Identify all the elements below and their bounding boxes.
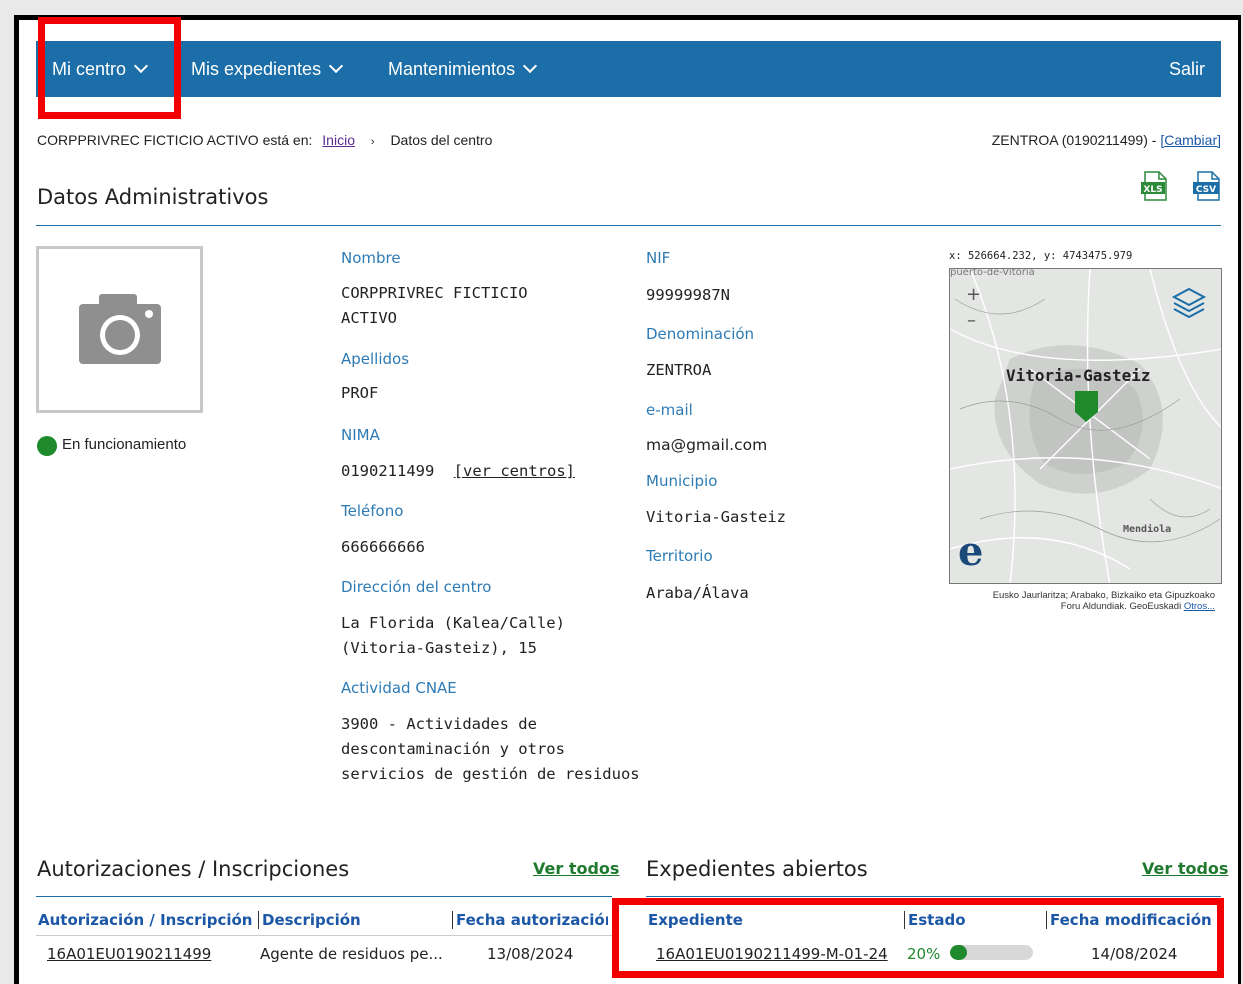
fecha-autorizacion-header[interactable]: Fecha autorización (452, 911, 608, 929)
map-attribution: Eusko Jaurlaritza; Arabako, Bizkaiko eta… (993, 590, 1215, 612)
nav-mis-expedientes[interactable]: Mis expedientes (191, 41, 344, 97)
autorizacion-code-link[interactable]: 16A01EU0190211499 (47, 945, 211, 963)
autorizacion-desc: Agente de residuos pe... (260, 945, 443, 963)
municipio-value: Vitoria-Gasteiz (646, 508, 786, 526)
expediente-progress-fill (950, 945, 967, 960)
autorizaciones-ver-todos-link[interactable]: Ver todos (533, 859, 619, 878)
zoom-in-button[interactable]: + (966, 284, 981, 305)
csv-label: CSV (1196, 185, 1216, 195)
camera-icon (79, 294, 161, 364)
breadcrumb-current: Datos del centro (390, 132, 493, 148)
centre-label: ZENTROA (0190211499) - (991, 132, 1157, 148)
cnae-line-2: descontaminación y otros (341, 740, 565, 758)
breadcrumb-separator: › (370, 136, 375, 148)
nombre-line-1: CORPPRIVREC FICTICIO (341, 284, 528, 302)
expediente-header[interactable]: Expediente (648, 911, 743, 929)
ver-centros-link[interactable]: [ver centros] (454, 462, 575, 480)
autorizacion-date: 13/08/2024 (487, 945, 574, 963)
estado-header[interactable]: Estado (904, 911, 966, 929)
nav-mantenimientos[interactable]: Mantenimientos (388, 41, 538, 97)
nif-value: 99999987N (646, 286, 730, 304)
autorizaciones-row-divider (36, 935, 612, 936)
expediente-progress-bar (950, 945, 1033, 960)
main-nav: Mi centro Mis expedientes Mantenimientos… (36, 41, 1221, 97)
expedientes-title: Expedientes abiertos (646, 857, 868, 881)
cnae-value: 3900 - Actividades de descontaminación y… (341, 712, 640, 787)
zoom-out-button[interactable]: – (967, 310, 976, 331)
direccion-line-1: La Florida (Kalea/Calle) (341, 614, 565, 632)
layers-icon[interactable] (1171, 287, 1207, 319)
status-dot (37, 436, 57, 456)
nif-label: NIF (646, 249, 671, 267)
email-value: ma@gmail.com (646, 436, 768, 454)
autorizaciones-divider (36, 896, 612, 897)
territorio-value: Araba/Álava (646, 584, 749, 602)
map-attrib-line-2: Foru Aldundiak. GeoEuskadi (1060, 601, 1182, 612)
nav-mi-centro[interactable]: Mi centro (52, 41, 149, 97)
descripcion-header[interactable]: Descripción (258, 911, 361, 929)
title-divider (36, 225, 1221, 226)
cnae-label: Actividad CNAE (341, 679, 457, 697)
cnae-line-3: servicios de gestión de residuos (341, 765, 640, 783)
nombre-label: Nombre (341, 249, 401, 267)
fecha-modificacion-header[interactable]: Fecha modificación (1046, 911, 1214, 929)
territorio-label: Territorio (646, 547, 713, 565)
denominacion-value: ZENTROA (646, 361, 712, 379)
map-attrib-line-1: Eusko Jaurlaritza; Arabako, Bizkaiko eta… (992, 590, 1215, 601)
map-coords: x: 526664.232, y: 4743475.979 (949, 250, 1133, 262)
apellidos-label: Apellidos (341, 350, 410, 368)
email-label: e-mail (646, 401, 693, 419)
chevron-down-icon (133, 58, 149, 74)
breadcrumb-inicio-link[interactable]: Inicio (322, 132, 355, 148)
denominacion-label: Denominación (646, 325, 755, 343)
nima-number: 0190211499 (341, 462, 435, 480)
nima-value: 0190211499 [ver centros] (341, 459, 575, 484)
map-logo: e (958, 528, 984, 575)
cnae-line-1: 3900 - Actividades de (341, 715, 537, 733)
nombre-line-2: ACTIVO (341, 309, 397, 327)
location-map[interactable]: puerto-de-Vitoria Vitoria-Gasteiz Mendio… (949, 268, 1222, 584)
salir-button[interactable]: Salir (1169, 41, 1205, 97)
expedientes-divider (646, 896, 1221, 897)
expediente-progress-pct: 20% (907, 945, 941, 963)
page-title: Datos Administrativos (37, 185, 269, 209)
expediente-date: 14/08/2024 (1091, 945, 1178, 963)
breadcrumb: CORPPRIVREC FICTICIO ACTIVO está en: Ini… (37, 132, 492, 148)
xls-label: XLS (1143, 185, 1162, 195)
autorizacion-header[interactable]: Autorización / Inscripción (38, 911, 252, 929)
expediente-code-link[interactable]: 16A01EU0190211499-M-01-24 (656, 945, 888, 963)
csv-export-icon[interactable]: CSV (1192, 171, 1221, 201)
apellidos-value: PROF (341, 384, 379, 402)
map-city-label: Vitoria-Gasteiz (1006, 366, 1151, 385)
centre-selector: ZENTROA (0190211499) - [Cambiar] (992, 132, 1221, 148)
direccion-label: Dirección del centro (341, 578, 492, 596)
telefono-label: Teléfono (341, 502, 404, 520)
map-place-label: Mendiola (1123, 524, 1172, 535)
chevron-down-icon (523, 58, 538, 74)
cambiar-link[interactable]: [Cambiar] (1160, 132, 1221, 148)
expedientes-ver-todos-link[interactable]: Ver todos (1142, 859, 1228, 878)
status-text: En funcionamiento (62, 436, 187, 453)
direccion-value: La Florida (Kalea/Calle) (Vitoria-Gastei… (341, 611, 565, 661)
municipio-label: Municipio (646, 472, 718, 490)
nav-mantenimientos-label: Mantenimientos (388, 59, 516, 79)
map-place-top: puerto-de-Vitoria (950, 268, 1035, 278)
xls-export-icon[interactable]: XLS (1141, 171, 1168, 201)
chevron-down-icon (329, 58, 344, 74)
map-attrib-otros-link[interactable]: Otros... (1184, 601, 1215, 612)
nav-mi-centro-label: Mi centro (52, 59, 127, 79)
nav-mis-expedientes-label: Mis expedientes (191, 59, 322, 79)
autorizaciones-title: Autorizaciones / Inscripciones (37, 857, 350, 881)
breadcrumb-prefix: CORPPRIVREC FICTICIO ACTIVO está en: (37, 132, 313, 148)
direccion-line-2: (Vitoria-Gasteiz), 15 (341, 639, 537, 657)
centre-photo[interactable] (36, 246, 203, 413)
telefono-value: 666666666 (341, 538, 425, 556)
nombre-value: CORPPRIVREC FICTICIO ACTIVO (341, 281, 528, 331)
nima-label: NIMA (341, 426, 380, 444)
